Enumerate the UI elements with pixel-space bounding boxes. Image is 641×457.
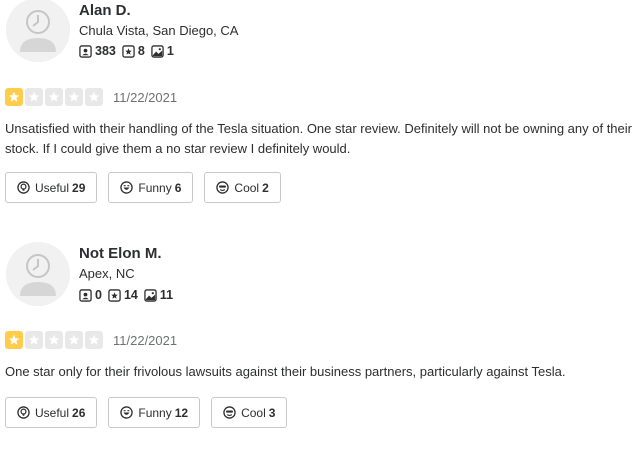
funny-count: 12 [174, 405, 189, 420]
reviews-count: 8 [137, 44, 145, 58]
star-empty-icon [25, 88, 43, 106]
review-text: Unsatisfied with their handling of the T… [5, 121, 632, 156]
useful-label: Useful [35, 180, 70, 195]
useful-button[interactable]: Useful 29 [5, 172, 98, 203]
friends-stat: 0 [79, 288, 102, 302]
lightbulb-icon [17, 181, 30, 194]
star-empty-icon [25, 331, 43, 349]
user-location: Chula Vista, San Diego, CA [79, 23, 239, 38]
photo-icon [151, 44, 164, 58]
star-empty-icon [85, 88, 103, 106]
star-empty-icon [45, 88, 63, 106]
cool-label: Cool [234, 180, 260, 195]
photos-stat: 11 [144, 288, 173, 302]
friends-count: 383 [95, 44, 116, 58]
star-empty-icon [45, 331, 63, 349]
default-avatar-icon[interactable] [6, 242, 70, 306]
photos-count: 1 [166, 44, 174, 58]
cool-count: 3 [268, 405, 276, 420]
photos-count: 11 [159, 288, 174, 302]
useful-label: Useful [35, 405, 70, 420]
review-star-icon [108, 288, 121, 302]
star-empty-icon [65, 88, 83, 106]
user-name[interactable]: Alan D. [79, 2, 131, 19]
star-rating: 11/22/2021 [5, 331, 177, 349]
useful-button[interactable]: Useful 26 [5, 397, 98, 428]
star-rating: 11/22/2021 [5, 88, 177, 106]
star-filled-icon [5, 88, 23, 106]
user-stats: 0 14 11 [79, 288, 179, 302]
star-filled-icon [5, 331, 23, 349]
cool-face-icon [216, 181, 230, 194]
reviews-count: 14 [123, 288, 138, 302]
star-empty-icon [85, 331, 103, 349]
user-location: Apex, NC [79, 266, 135, 281]
cool-face-icon [223, 406, 236, 419]
funny-button[interactable]: Funny 6 [108, 172, 194, 203]
reviews-stat: 8 [122, 44, 145, 58]
friends-count: 0 [95, 288, 102, 302]
user-name[interactable]: Not Elon M. [79, 245, 162, 262]
review-date: 11/22/2021 [113, 89, 178, 105]
star-empty-icon [65, 331, 83, 349]
friends-stat: 383 [79, 44, 116, 58]
friends-icon [79, 288, 92, 302]
photo-icon [144, 288, 157, 302]
reaction-buttons: Useful 29 Funny 6 Cool 2 [5, 172, 292, 203]
cool-count: 2 [262, 180, 269, 195]
useful-count: 29 [72, 180, 86, 195]
funny-label: Funny [138, 405, 172, 420]
cool-button[interactable]: Cool 3 [211, 397, 288, 428]
funny-count: 6 [174, 180, 182, 195]
default-avatar-icon[interactable] [6, 0, 70, 62]
funny-label: Funny [138, 180, 172, 195]
funny-face-icon [120, 181, 134, 194]
cool-label: Cool [241, 405, 266, 420]
cool-button[interactable]: Cool 2 [204, 172, 281, 203]
photos-stat: 1 [151, 44, 174, 58]
review-date: 11/22/2021 [113, 332, 178, 348]
user-stats: 383 8 1 [79, 44, 180, 58]
review-star-icon [122, 44, 135, 58]
review-text: One star only for their frivolous lawsui… [5, 364, 566, 379]
reaction-buttons: Useful 26 Funny 12 Cool 3 [5, 397, 298, 428]
friends-icon [79, 44, 92, 58]
useful-count: 26 [72, 405, 86, 420]
funny-face-icon [120, 406, 134, 419]
lightbulb-icon [17, 406, 30, 419]
funny-button[interactable]: Funny 12 [108, 397, 201, 428]
reviews-stat: 14 [108, 288, 138, 302]
